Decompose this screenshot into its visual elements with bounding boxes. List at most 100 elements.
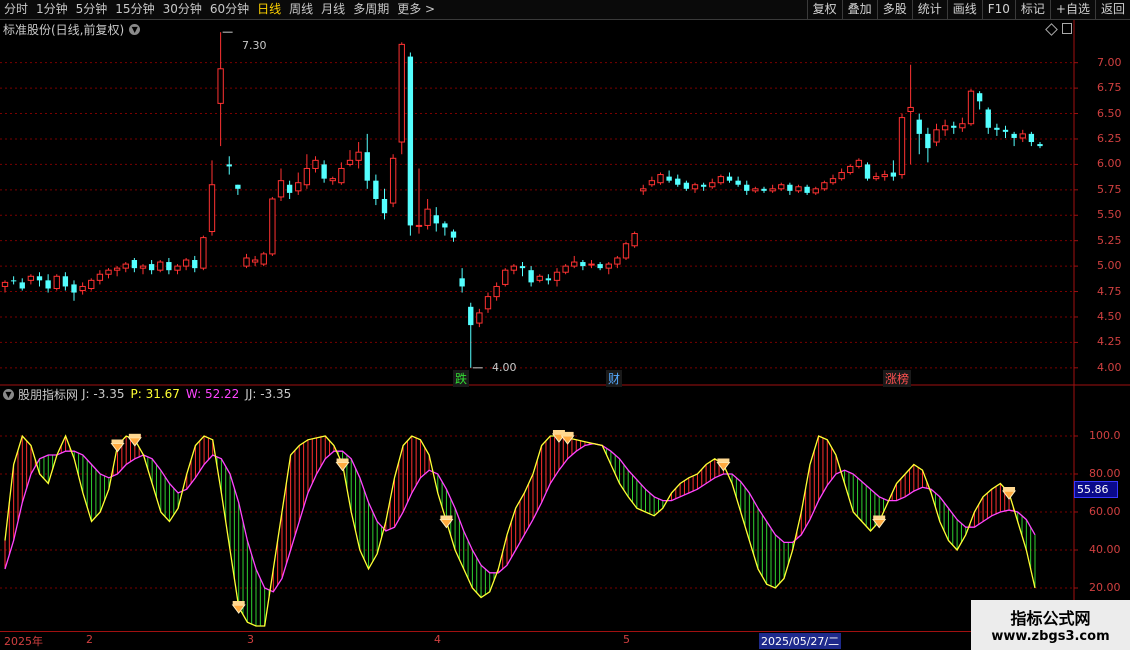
date-label-year: 2025年 — [4, 635, 43, 648]
price-tick-label: 4.25 — [1097, 335, 1122, 349]
candle-body — [571, 261, 578, 267]
date-label-may: 5 — [623, 633, 630, 646]
candle-body — [433, 215, 439, 224]
candle-body — [691, 184, 699, 190]
candle-body — [355, 151, 362, 161]
candle-body — [933, 129, 940, 143]
candle-body — [113, 267, 121, 271]
candle-body — [346, 159, 354, 165]
candle-body — [62, 276, 69, 287]
signal-diamond-icon — [1003, 487, 1016, 491]
indicator-tick-label: 20.00 — [1089, 581, 1121, 594]
candle-body — [139, 265, 147, 269]
candle-body — [675, 178, 681, 185]
date-label-apr: 4 — [434, 633, 441, 646]
indicator-p-value: P: 31.67 — [130, 387, 180, 401]
candle-body — [855, 159, 863, 167]
candle-body — [735, 180, 741, 185]
price-tick-label: 6.50 — [1097, 106, 1122, 120]
candle-body — [442, 223, 448, 228]
date-axis: 2025年 2 3 4 5 2025/05/27/二 — [0, 631, 1130, 649]
price-tick-label: 5.50 — [1097, 208, 1122, 222]
candle-body — [45, 280, 51, 289]
candle-body — [373, 180, 379, 199]
candle-body — [88, 279, 95, 289]
candle-body — [295, 182, 302, 192]
price-tick-label: 6.75 — [1097, 81, 1122, 95]
candle-body — [269, 198, 276, 255]
chevron-down-icon[interactable]: ▼ — [3, 388, 14, 400]
candle-body — [415, 224, 423, 227]
marker-finance[interactable]: 财 — [606, 370, 623, 387]
price-tick-label: 7.00 — [1097, 55, 1122, 69]
candle-body — [614, 257, 621, 265]
candle-body — [744, 184, 750, 191]
candle-body — [217, 68, 224, 104]
candle-body — [476, 312, 483, 324]
candle-body — [312, 159, 319, 169]
candle-body — [881, 174, 888, 178]
signal-diamond-icon — [232, 601, 245, 605]
candle-body — [976, 93, 983, 102]
candle-body — [174, 265, 181, 271]
candle-body — [329, 178, 336, 182]
marker-fall[interactable]: 跌 — [453, 370, 470, 387]
candle-body — [450, 231, 457, 238]
candle-body — [96, 273, 104, 281]
candle-body — [226, 164, 232, 167]
candlestick-chart[interactable] — [0, 0, 1130, 650]
price-tick-label: 5.25 — [1097, 233, 1122, 247]
candle-body — [925, 133, 931, 149]
candle-body — [192, 260, 198, 269]
candle-body — [459, 278, 465, 287]
candle-body — [200, 237, 207, 269]
watermark-url: www.zbgs3.com — [991, 629, 1110, 644]
indicator-title-row: ▼ 股朋指标网 J: -3.35 P: 31.67 W: 52.22 JJ: -… — [0, 387, 292, 402]
candle-body — [338, 167, 345, 184]
signal-diamond-icon — [717, 458, 730, 463]
candle-body — [303, 167, 311, 186]
candle-body — [795, 186, 802, 192]
candle-body — [510, 265, 518, 271]
candle-body — [562, 265, 569, 273]
candle-body — [182, 259, 190, 267]
candle-body — [10, 280, 17, 282]
candle-body — [260, 253, 267, 265]
candle-body — [683, 182, 690, 189]
indicator-tick-label: 60.00 — [1089, 505, 1121, 518]
candle-body — [812, 188, 819, 194]
candle-body — [251, 259, 259, 263]
indicator-tick-label: 80.00 — [1089, 467, 1121, 480]
candle-body — [717, 176, 725, 184]
candle-body — [967, 90, 975, 125]
candle-body — [898, 117, 906, 176]
selected-date[interactable]: 2025/05/27/二 — [759, 633, 842, 649]
candle-body — [79, 285, 86, 292]
candle-body — [389, 157, 397, 204]
signal-diamond-icon — [561, 431, 574, 436]
candle-body — [536, 275, 543, 281]
indicator-tick-label: 100.0 — [1089, 429, 1121, 442]
candle-body — [761, 188, 767, 191]
candle-body — [787, 184, 793, 191]
marker-top-gainers[interactable]: 涨榜 — [883, 370, 912, 387]
indicator-jj-value: JJ: -3.35 — [245, 387, 292, 401]
candle-body — [588, 263, 595, 266]
candle-body — [872, 176, 880, 180]
candle-body — [752, 188, 759, 192]
candle-body — [36, 276, 43, 281]
indicator-current-value-badge: 55.86 — [1074, 481, 1118, 498]
date-label-mar: 3 — [247, 633, 254, 646]
candle-body — [890, 172, 897, 177]
candle-body — [666, 176, 672, 181]
signal-diamond-icon — [128, 433, 141, 438]
candle-body — [1019, 133, 1026, 139]
candle-body — [27, 275, 35, 281]
candle-body — [1037, 144, 1043, 147]
candle-body — [631, 233, 638, 247]
site-watermark: 指标公式网 www.zbgs3.com — [971, 600, 1130, 650]
candle-body — [907, 106, 914, 113]
price-tick-label: 5.75 — [1097, 182, 1122, 196]
candle-body — [424, 208, 431, 226]
candle-body — [769, 188, 776, 192]
